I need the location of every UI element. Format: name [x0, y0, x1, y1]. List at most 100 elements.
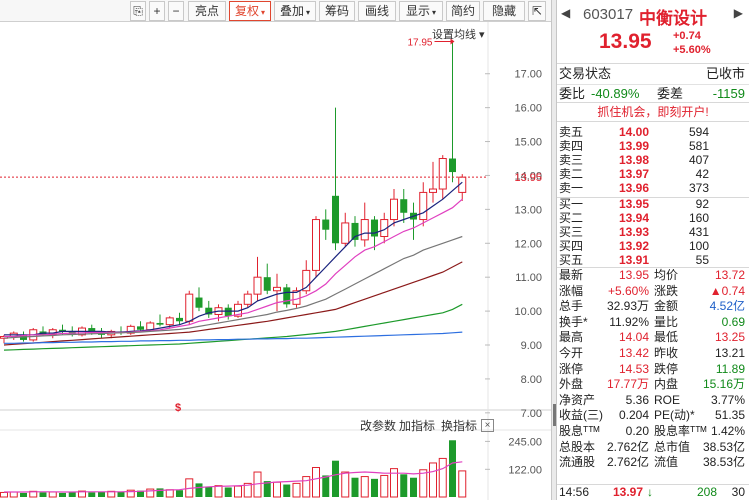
maximize-button[interactable]: ⇱: [528, 1, 546, 21]
simple-button[interactable]: 简约: [446, 1, 480, 21]
display-button[interactable]: 显示 ▾: [399, 1, 443, 21]
open-account-link[interactable]: 抓住机会，即刻开户!: [557, 102, 749, 122]
stat-value: 4.52亿: [709, 299, 745, 314]
buy-level[interactable]: 买一 13.95 92: [557, 197, 749, 211]
add-indicator-button[interactable]: 加指标: [399, 417, 435, 434]
level-price: 13.98: [619, 153, 650, 167]
quote-stats: 最新 13.95 均价 13.72 涨幅 +5.60% 涨跌 ▲0.74 总手 32.93万 金额 4…: [557, 268, 749, 471]
level-volume: 594: [688, 125, 709, 139]
buy-level[interactable]: 买五 13.91 55: [557, 253, 749, 267]
level-label: 卖三: [559, 153, 584, 167]
zoom-out-button[interactable]: −: [168, 1, 184, 21]
stat-row: 涨幅 +5.60% 涨跌 ▲0.74: [557, 284, 749, 300]
stat-row: 最新 13.95 均价 13.72: [557, 268, 749, 284]
quote-panel: ◀ 603017 中衡设计 ▶ 13.95 +0.74 +5.60% 交易状态 …: [557, 0, 749, 500]
window-icon-button[interactable]: ⎘: [130, 1, 146, 21]
volume-bar-down: [59, 492, 66, 497]
adjust-button[interactable]: 复权 ▾: [229, 1, 271, 21]
level-volume: 373: [688, 181, 709, 195]
candle-body-up: [390, 198, 398, 221]
stat-label: 最高: [559, 330, 584, 345]
price-tick-label: 9.00: [521, 340, 542, 352]
candle-body-up: [273, 286, 281, 292]
overlay-button[interactable]: 叠加 ▾: [274, 1, 316, 21]
stat-value: +5.60%: [607, 283, 649, 298]
volume-bar-up: [292, 482, 301, 498]
stat-value: 15.16万: [702, 377, 745, 392]
buy-order-book: 买一 13.95 92 买二 13.94 160 买三 13.93 431 买四 13.92 100 买…: [557, 197, 749, 267]
candle-body-up: [165, 317, 174, 326]
edit-params-button[interactable]: 改参数: [360, 417, 396, 434]
stat-row: 总手 32.93万 金额 4.52亿: [557, 299, 749, 315]
volume-tick-label: 245.00: [508, 436, 542, 448]
signal-marker: $: [175, 402, 181, 414]
zoom-in-button-label: +: [153, 4, 161, 18]
volume-bar-up: [458, 470, 467, 498]
candle-body-up: [341, 222, 350, 244]
sell-level[interactable]: 卖四 13.99 581: [557, 139, 749, 153]
stat-value: 13.95: [618, 268, 649, 282]
next-stock-icon[interactable]: ▶: [734, 6, 743, 20]
chips-button[interactable]: 筹码: [319, 1, 355, 21]
stat-row: 流通股 2.762亿 流值 38.53亿: [557, 455, 749, 471]
stat-row: 涨停 14.53 跌停 11.89: [557, 362, 749, 378]
stat-row: 总股本 2.762亿 总市值 38.53亿: [557, 440, 749, 456]
buy-level[interactable]: 买三 13.93 431: [557, 225, 749, 239]
buy-level[interactable]: 买四 13.92 100: [557, 239, 749, 253]
sell-level[interactable]: 卖二 13.97 42: [557, 167, 749, 181]
stat-value: 11.92%: [609, 314, 649, 329]
prev-stock-icon[interactable]: ◀: [561, 6, 570, 20]
candle-body-up: [419, 191, 428, 221]
draw-line-button[interactable]: 画线: [358, 1, 396, 21]
volume-bar-up: [380, 474, 389, 498]
sell-level[interactable]: 卖三 13.98 407: [557, 153, 749, 167]
ma-settings-dropdown[interactable]: 设置均线 ▾: [432, 26, 485, 42]
splitter-grip-icon[interactable]: [553, 404, 556, 426]
window-icon-button-label: ⎘: [133, 4, 143, 18]
stat-label: 流值: [654, 455, 679, 470]
highlights-button[interactable]: 亮点: [188, 1, 226, 21]
draw-line-button-label: 画线: [364, 4, 389, 18]
display-button-label: 显示: [405, 4, 430, 18]
level-volume: 581: [688, 139, 709, 153]
stat-label: 股息ᵀᵀᴹ: [559, 423, 600, 438]
stat-value: 3.77%: [710, 392, 745, 407]
stat-label: 昨收: [654, 345, 679, 360]
level-label: 买五: [559, 253, 584, 267]
volume-bar-up: [0, 491, 8, 498]
level-label: 买四: [559, 239, 584, 253]
volume-bar-down: [156, 488, 164, 497]
commission-ratio-value: -40.89%: [591, 86, 640, 101]
candle-body-up: [438, 158, 447, 190]
price-tick-label: 7.00: [521, 408, 542, 420]
stat-value: 2.762亿: [606, 439, 649, 454]
stat-value: 13.72: [714, 268, 745, 282]
price-tick-label: 17.00: [514, 69, 542, 81]
price-tick-label: 16.00: [514, 103, 542, 115]
hide-button[interactable]: 隐藏: [483, 1, 525, 21]
volume-bar-up: [341, 471, 350, 498]
volume-bar-down: [20, 492, 27, 497]
close-indicator-icon[interactable]: ×: [481, 419, 494, 432]
level-label: 买三: [559, 225, 584, 239]
level-price: 13.99: [619, 139, 650, 153]
volume-bar-up: [429, 462, 437, 498]
zoom-in-button[interactable]: +: [149, 1, 165, 21]
chart-area[interactable]: 17.00 16.00 15.00 14.00 13.00 12.00 11.00 10.00…: [0, 22, 551, 500]
volume-bar-down: [195, 483, 203, 497]
sell-level[interactable]: 卖一 13.96 373: [557, 181, 749, 195]
chart-toolbar: ⎘ + − 亮点 复权 ▾ 叠加 ▾ 筹码 画线 显示 ▾ 简约 隐藏 ⇱: [0, 0, 551, 22]
chevron-down-icon: ▾: [306, 8, 311, 17]
switch-indicator-button[interactable]: 换指标: [441, 417, 477, 434]
stat-value: 2.762亿: [606, 455, 649, 470]
buy-level[interactable]: 买二 13.94 160: [557, 211, 749, 225]
candle-body-down: [137, 326, 144, 330]
stock-code: 603017: [583, 6, 634, 23]
stat-label: PE(动)*: [654, 408, 695, 423]
volume-bar-down: [88, 492, 96, 497]
sell-level[interactable]: 卖五 14.00 594: [557, 125, 749, 139]
tick-price: 13.97: [613, 485, 644, 499]
adjust-button-label: 复权: [234, 4, 259, 18]
volume-bar-down: [332, 460, 339, 497]
volume-bar-up: [438, 457, 447, 498]
